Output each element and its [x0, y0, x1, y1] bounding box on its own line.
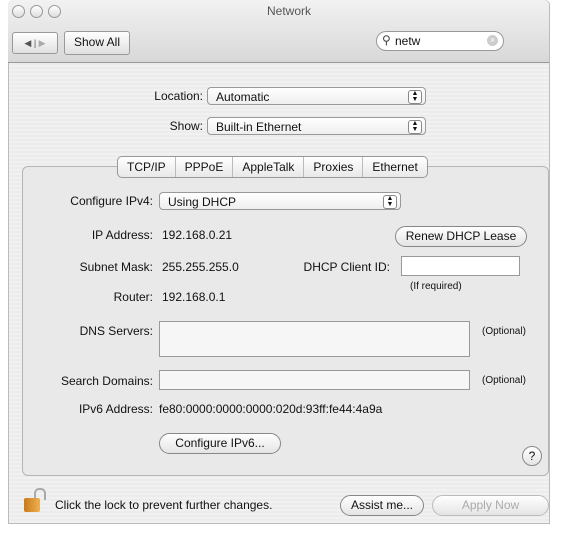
lock-icon[interactable]: [24, 488, 46, 512]
clear-search-icon[interactable]: ×: [487, 35, 498, 46]
location-label: Location:: [154, 89, 203, 103]
show-all-button[interactable]: Show All: [64, 31, 130, 55]
configure-ipv6-button[interactable]: Configure IPv6...: [159, 433, 281, 454]
subnet-mask-value: 255.255.255.0: [162, 260, 239, 274]
updown-arrow-icon: ▲ ▼: [408, 120, 422, 134]
tab-proxies[interactable]: Proxies: [304, 157, 364, 177]
search-domains-label: Search Domains:: [60, 374, 153, 388]
subnet-mask-label: Subnet Mask:: [79, 260, 153, 274]
lock-message: Click the lock to prevent further change…: [55, 498, 273, 512]
tab-tcpip[interactable]: TCP/IP: [118, 157, 176, 177]
updown-arrow-icon: ▲ ▼: [408, 90, 422, 104]
tab-pppoe[interactable]: PPPoE: [176, 157, 234, 177]
location-value: Automatic: [216, 90, 270, 104]
assist-me-button[interactable]: Assist me...: [340, 495, 424, 516]
client-id-hint: (If required): [410, 281, 462, 292]
tab-bar: TCP/IP PPPoE AppleTalk Proxies Ethernet: [117, 156, 428, 178]
search-icon: ⚲: [382, 33, 391, 47]
search-domains-input[interactable]: [159, 370, 470, 390]
updown-arrow-icon: ▲ ▼: [383, 195, 397, 209]
renew-dhcp-lease-button[interactable]: Renew DHCP Lease: [395, 226, 527, 247]
ipv6-address-label: IPv6 Address:: [78, 402, 153, 416]
location-popup[interactable]: Automatic ▲ ▼: [207, 87, 426, 105]
show-value: Built-in Ethernet: [216, 120, 302, 134]
back-forward-buttons[interactable]: ◀ | ▶: [12, 32, 58, 54]
window-title: Network: [266, 4, 311, 18]
search-value: netw: [395, 34, 421, 48]
ip-address-value: 192.168.0.21: [162, 228, 233, 242]
ipv6-address-value: fe80:0000:0000:0000:020d:93ff:fe44:4a9a: [159, 402, 383, 416]
dns-servers-input[interactable]: [159, 321, 470, 357]
dhcp-client-id-label: DHCP Client ID:: [303, 260, 390, 274]
forward-arrow-icon[interactable]: ▶: [39, 38, 46, 48]
ip-address-label: IP Address:: [91, 228, 153, 242]
dhcp-client-id-input[interactable]: [401, 256, 520, 276]
help-button[interactable]: ?: [522, 446, 542, 466]
tab-ethernet[interactable]: Ethernet: [363, 157, 426, 177]
show-popup[interactable]: Built-in Ethernet ▲ ▼: [207, 117, 426, 135]
router-value: 192.168.0.1: [162, 290, 226, 304]
apply-now-button[interactable]: Apply Now: [432, 495, 549, 516]
router-label: Router:: [113, 290, 153, 304]
search-input[interactable]: netw: [376, 31, 504, 51]
tab-appletalk[interactable]: AppleTalk: [233, 157, 305, 177]
show-label: Show:: [169, 119, 203, 133]
configure-ipv4-value: Using DHCP: [168, 195, 237, 209]
configure-ipv4-label: Configure IPv4:: [70, 194, 153, 208]
configure-ipv4-popup[interactable]: Using DHCP ▲ ▼: [159, 192, 401, 210]
dns-optional-hint: (Optional): [482, 326, 526, 337]
back-arrow-icon[interactable]: ◀: [24, 38, 31, 48]
search-optional-hint: (Optional): [482, 375, 526, 386]
dns-servers-label: DNS Servers:: [79, 324, 153, 338]
